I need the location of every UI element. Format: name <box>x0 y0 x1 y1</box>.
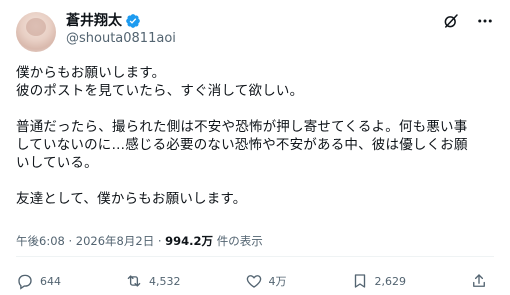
divider <box>16 256 494 257</box>
post-line: 僕からもお願いします。 <box>16 65 166 81</box>
bookmark-icon <box>354 274 365 288</box>
header-actions <box>442 12 494 30</box>
reply-button[interactable]: 644 <box>16 272 61 290</box>
like-count: 4万 <box>268 275 287 288</box>
avatar[interactable] <box>16 12 56 52</box>
reply-count: 644 <box>40 274 61 288</box>
action-bar: 644 4,532 4万 2,629 <box>16 272 494 290</box>
repost-icon <box>127 275 141 287</box>
repost-count: 4,532 <box>149 274 181 288</box>
post-line: 普通だったら、撮られた側は不安や恐怖が押し寄せてくるよ。何も悪い事 <box>16 119 468 135</box>
bookmark-button[interactable]: 2,629 <box>351 272 407 290</box>
verified-badge-icon <box>126 14 140 28</box>
post-timestamp[interactable]: 午後6:08 · 2026年8月2日 · <box>16 234 162 248</box>
name-row: 蒼井翔太 <box>66 12 176 30</box>
author-info: 蒼井翔太 @shouta0811aoi <box>66 12 176 48</box>
display-name[interactable]: 蒼井翔太 <box>66 12 122 30</box>
post-line: いしている。 <box>16 155 98 171</box>
more-icon[interactable] <box>476 12 494 30</box>
post-paragraph: 普通だったら、撮られた側は不安や恐怖が押し寄せてくるよ。何も悪い事 していないの… <box>16 118 494 172</box>
share-icon <box>473 274 485 287</box>
user-handle[interactable]: @shouta0811aoi <box>66 30 176 48</box>
like-button[interactable]: 4万 <box>245 272 287 290</box>
post-card: 蒼井翔太 @shouta0811aoi 僕からもお願いします。 彼のポストを見て… <box>0 0 510 295</box>
bookmark-count: 2,629 <box>374 274 407 288</box>
post-line: していないのに…感じる必要のない恐怖や不安がある中、彼は優しくお願 <box>16 137 468 153</box>
view-count: 994.2万 <box>165 234 214 248</box>
post-line: 友達として、僕からもお願いします。 <box>16 191 247 207</box>
post-header: 蒼井翔太 @shouta0811aoi <box>16 12 494 52</box>
grok-icon[interactable] <box>442 12 460 30</box>
repost-button[interactable]: 4,532 <box>125 272 181 290</box>
view-count-label: 件の表示 <box>216 234 263 248</box>
share-button[interactable] <box>470 272 494 290</box>
reply-icon <box>18 274 32 290</box>
post-line: 彼のポストを見ていたら、すぐ消して欲しい。 <box>16 83 304 99</box>
like-icon <box>246 275 261 288</box>
post-paragraph: 友達として、僕からもお願いします。 <box>16 190 494 208</box>
post-paragraph: 僕からもお願いします。 彼のポストを見ていたら、すぐ消して欲しい。 <box>16 64 494 100</box>
post-text: 僕からもお願いします。 彼のポストを見ていたら、すぐ消して欲しい。 普通だったら… <box>16 64 494 208</box>
post-meta: 午後6:08 · 2026年8月2日 · 994.2万 件の表示 <box>16 233 263 249</box>
